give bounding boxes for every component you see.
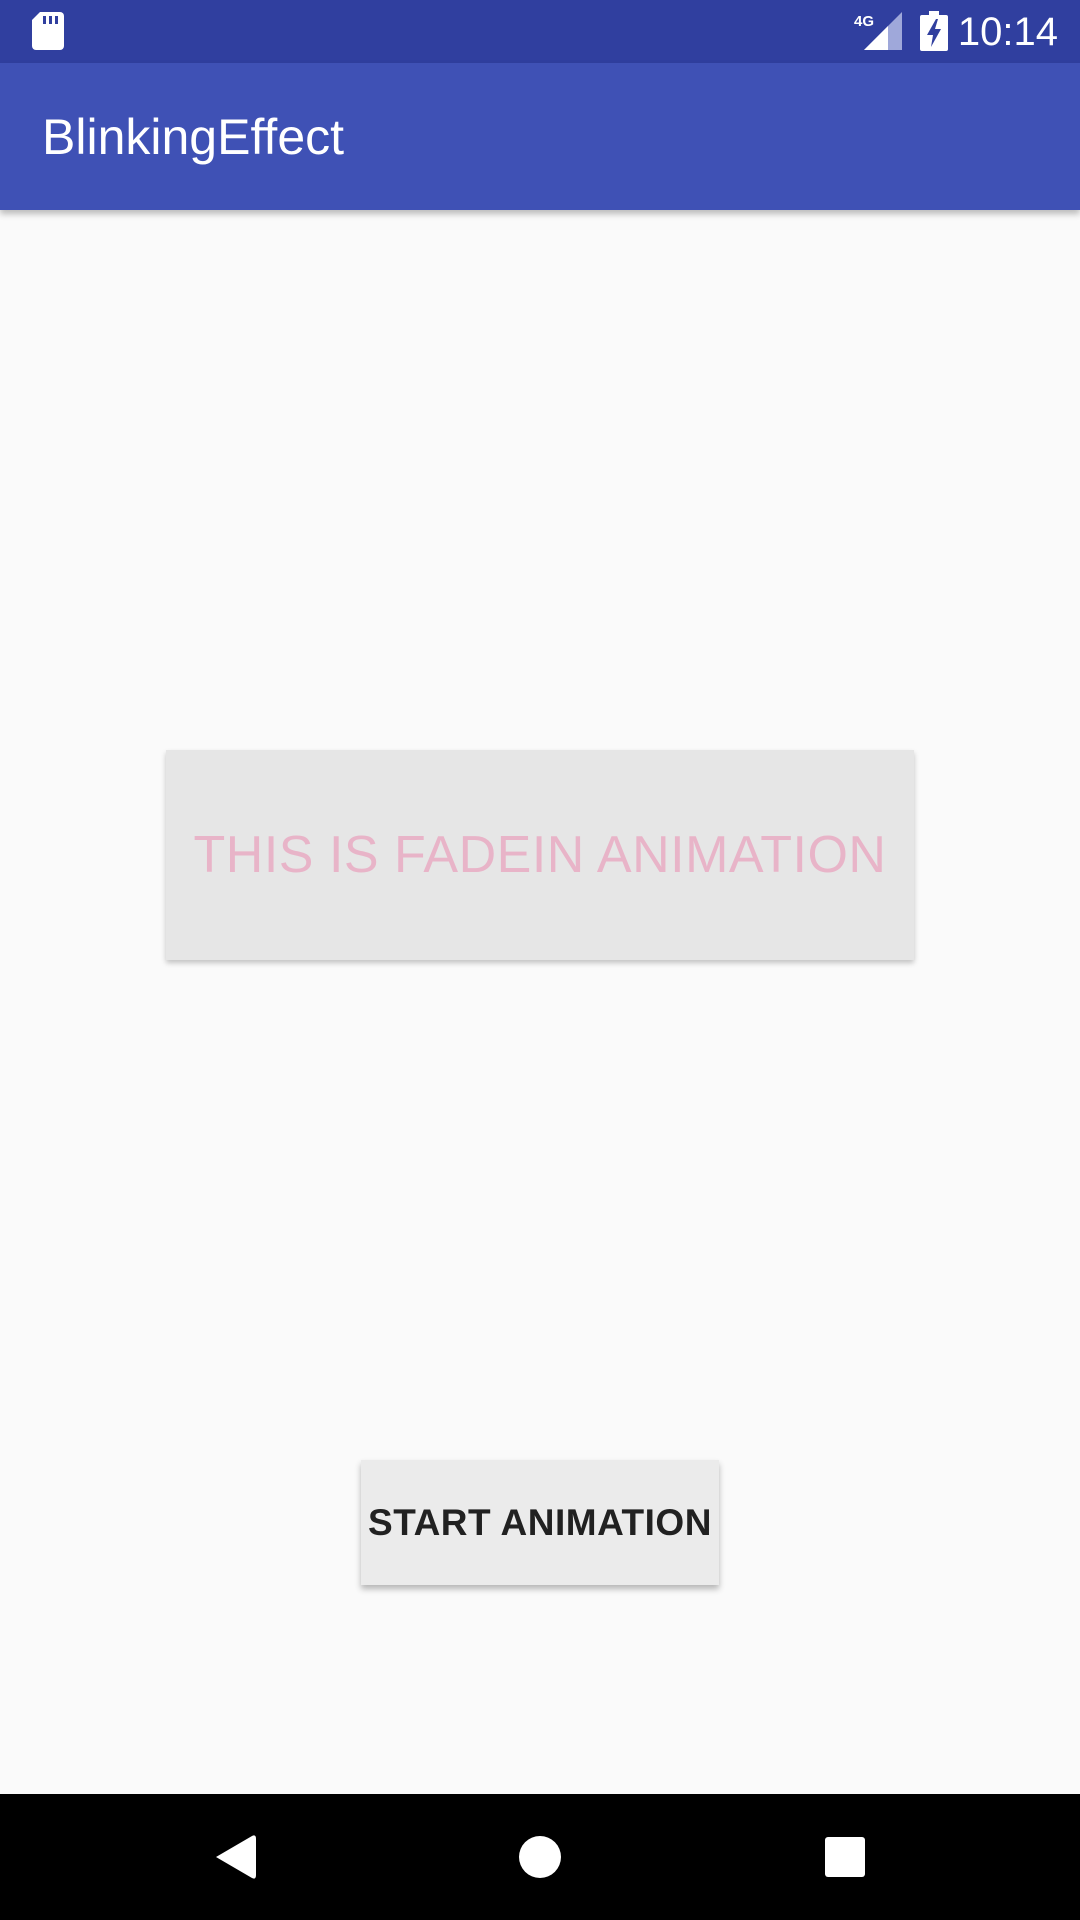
status-bar: 4G 10:14 — [0, 0, 1080, 63]
status-clock: 10:14 — [957, 10, 1058, 54]
start-animation-label: START ANIMATION — [368, 1501, 712, 1543]
navigation-bar — [0, 1794, 1080, 1920]
app-bar: BlinkingEffect — [0, 63, 1080, 210]
recents-icon — [825, 1837, 865, 1877]
start-animation-button[interactable]: START ANIMATION — [361, 1460, 719, 1585]
network-label: 4G — [854, 13, 874, 30]
home-button[interactable] — [505, 1822, 575, 1892]
app-title: BlinkingEffect — [42, 109, 345, 165]
back-icon — [216, 1835, 256, 1879]
fadein-text: THIS IS FADEIN ANIMATION — [193, 826, 887, 884]
back-button[interactable] — [200, 1822, 270, 1892]
home-icon — [519, 1836, 561, 1878]
sd-card-icon — [32, 12, 64, 50]
signal-4g-icon: 4G — [854, 12, 902, 50]
battery-charging-icon — [920, 11, 948, 51]
fadein-text-view: THIS IS FADEIN ANIMATION — [166, 750, 914, 960]
recents-button[interactable] — [810, 1822, 880, 1892]
screen: 4G 10:14 BlinkingEffect THIS IS FADEIN A… — [0, 0, 1080, 1920]
